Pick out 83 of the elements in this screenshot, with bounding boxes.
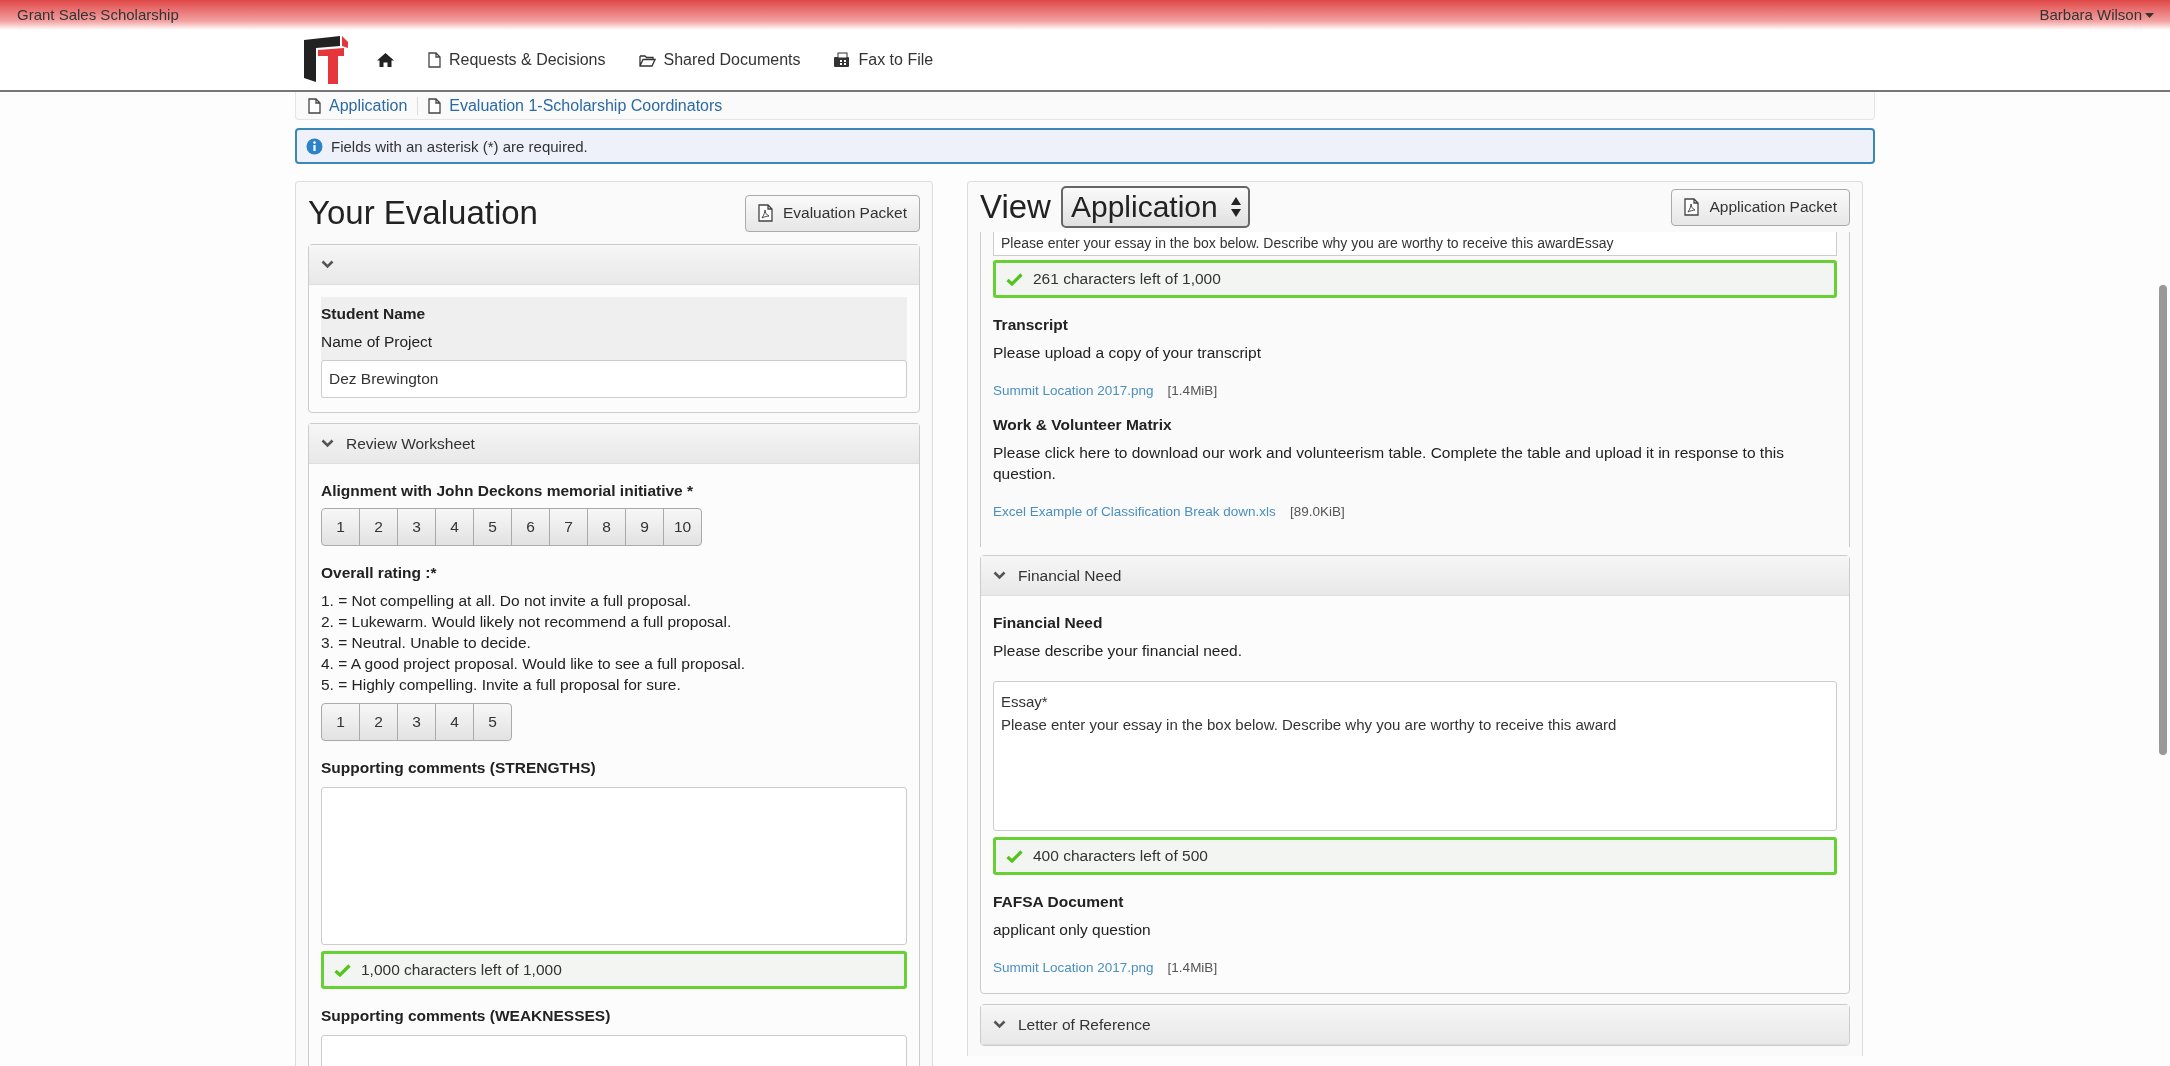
question-label: Supporting comments (WEAKNESSES) xyxy=(321,1007,612,1025)
application-packet-button[interactable]: Application Packet xyxy=(1671,188,1850,226)
rating-description: 2. = Lukewarm. Would likely not recommend a full proposal. xyxy=(321,612,733,632)
breadcrumb-link[interactable]: Evaluation 1-Scholarship Coordinators xyxy=(428,96,733,115)
nav-link[interactable]: Fax to File xyxy=(833,51,934,69)
file-link[interactable]: Excel Example of Classification Break down.xls xyxy=(993,504,1276,519)
fax-icon xyxy=(833,52,851,68)
question-text: applicant only question xyxy=(993,920,1152,940)
checkmark-icon xyxy=(1006,272,1023,286)
checkmark-icon xyxy=(1006,849,1023,863)
info-icon xyxy=(306,137,323,155)
rating-button[interactable]: 3 xyxy=(397,703,436,741)
nav-link[interactable]: Shared Documents xyxy=(638,51,801,69)
rating-button[interactable]: 4 xyxy=(435,508,474,546)
user-menu[interactable]: Barbara Wilson xyxy=(2039,6,2154,23)
essay-field[interactable]: Essay* Please enter your essay in the box below. Describe why you are worthy to receive this award xyxy=(993,681,1837,831)
file-size: [89.0KiB] xyxy=(1289,504,1345,519)
question-label: Alignment with John Deckons memorial initiative * xyxy=(321,482,695,500)
panel-title: Your Evaluation xyxy=(308,194,538,232)
rating-description: 4. = A good project proposal. Would like to see a full proposal. xyxy=(321,654,747,674)
comment-field[interactable] xyxy=(321,787,907,945)
rating-button[interactable]: 6 xyxy=(511,508,550,546)
rating-button[interactable]: 2 xyxy=(359,508,398,546)
rating-button[interactable]: 1 xyxy=(321,508,360,546)
question-label: Overall rating :* xyxy=(321,564,438,582)
home-icon[interactable] xyxy=(376,52,395,68)
chevron-icon[interactable] xyxy=(993,1020,1006,1029)
view-select[interactable]: Application xyxy=(1060,186,1250,228)
rating-description: 1. = Not compelling at all. Do not invite a full proposal. xyxy=(321,591,693,611)
question-title: FAFSA Document xyxy=(993,893,1125,911)
section-header[interactable]: Letter of Reference xyxy=(981,1005,1849,1045)
field-label: Name of Project xyxy=(321,332,434,352)
rating-button[interactable]: 4 xyxy=(435,703,474,741)
counter-text: 400 characters left of 500 xyxy=(1033,847,1208,865)
rating-description: 5. = Highly compelling. Invite a full proposal for sure. xyxy=(321,675,682,695)
scrollbar-thumb[interactable] xyxy=(2159,285,2167,755)
chevron-icon[interactable] xyxy=(993,571,1006,580)
rating-description: 3. = Neutral. Unable to decide. xyxy=(321,633,532,653)
rating-button[interactable]: 2 xyxy=(359,703,398,741)
chevron-icon[interactable] xyxy=(321,260,334,269)
question-label: Supporting comments (STRENGTHS) xyxy=(321,759,597,777)
file-link[interactable]: Summit Location 2017.png xyxy=(993,960,1154,975)
pdf-file-icon xyxy=(1684,198,1700,216)
app-title: Grant Sales Scholarship xyxy=(17,6,179,23)
section-header[interactable]: Review Worksheet xyxy=(309,424,919,464)
field-heading: Student Name xyxy=(321,305,427,323)
essay-field[interactable]: Please enter your essay in the box below. Describe why you are worthy to receive this awardEssay xyxy=(993,232,1837,256)
alert-text: Fields with an asterisk (*) are required. xyxy=(331,137,588,155)
checkmark-icon xyxy=(334,963,351,977)
rating-button[interactable]: 8 xyxy=(587,508,626,546)
rating-button[interactable]: 5 xyxy=(473,508,512,546)
rating-button[interactable]: 7 xyxy=(549,508,588,546)
counter-text: 261 characters left of 1,000 xyxy=(1033,270,1221,288)
question-text: Please upload a copy of your transcript xyxy=(993,343,1262,363)
rating-button[interactable]: 10 xyxy=(663,508,702,546)
counter-text: 1,000 characters left of 1,000 xyxy=(361,961,562,979)
question-text: Please describe your financial need. xyxy=(993,641,1243,661)
essay-prompt: Please enter your essay in the box below. Describe why you are worthy to receive this award xyxy=(1001,715,1618,735)
question-text: Please click here to download our work and volunteerism table. Complete the table and upload it in response to this question. xyxy=(993,443,1785,484)
document-icon xyxy=(428,52,441,68)
caret-icon[interactable] xyxy=(2145,13,2154,20)
file-size: [1.4MiB] xyxy=(1167,383,1218,398)
question-title: Transcript xyxy=(993,316,1069,334)
question-title: Work & Volunteer Matrix xyxy=(993,416,1173,434)
evaluation-packet-button[interactable]: Evaluation Packet xyxy=(744,194,920,232)
nav-link[interactable]: Requests & Decisions xyxy=(428,51,606,69)
section-header[interactable]: Financial Need xyxy=(981,556,1849,596)
essay-label: Essay* xyxy=(1001,692,1049,712)
document-icon xyxy=(308,97,321,114)
updown-arrows-icon xyxy=(1229,196,1242,218)
file-size: [1.4MiB] xyxy=(1167,960,1218,975)
pdf-file-icon xyxy=(757,204,773,222)
rating-button[interactable]: 5 xyxy=(473,703,512,741)
view-label: View xyxy=(980,188,1051,226)
document-icon xyxy=(428,97,442,114)
chevron-icon[interactable] xyxy=(321,439,334,448)
rating-button[interactable]: 3 xyxy=(397,508,436,546)
folder-icon xyxy=(638,53,656,67)
question-title: Financial Need xyxy=(993,614,1104,632)
breadcrumb-link[interactable]: Application xyxy=(308,96,419,115)
rating-button[interactable]: 9 xyxy=(625,508,664,546)
project-name-field[interactable]: Dez Brewington xyxy=(321,360,907,398)
rating-button[interactable]: 1 xyxy=(321,703,360,741)
